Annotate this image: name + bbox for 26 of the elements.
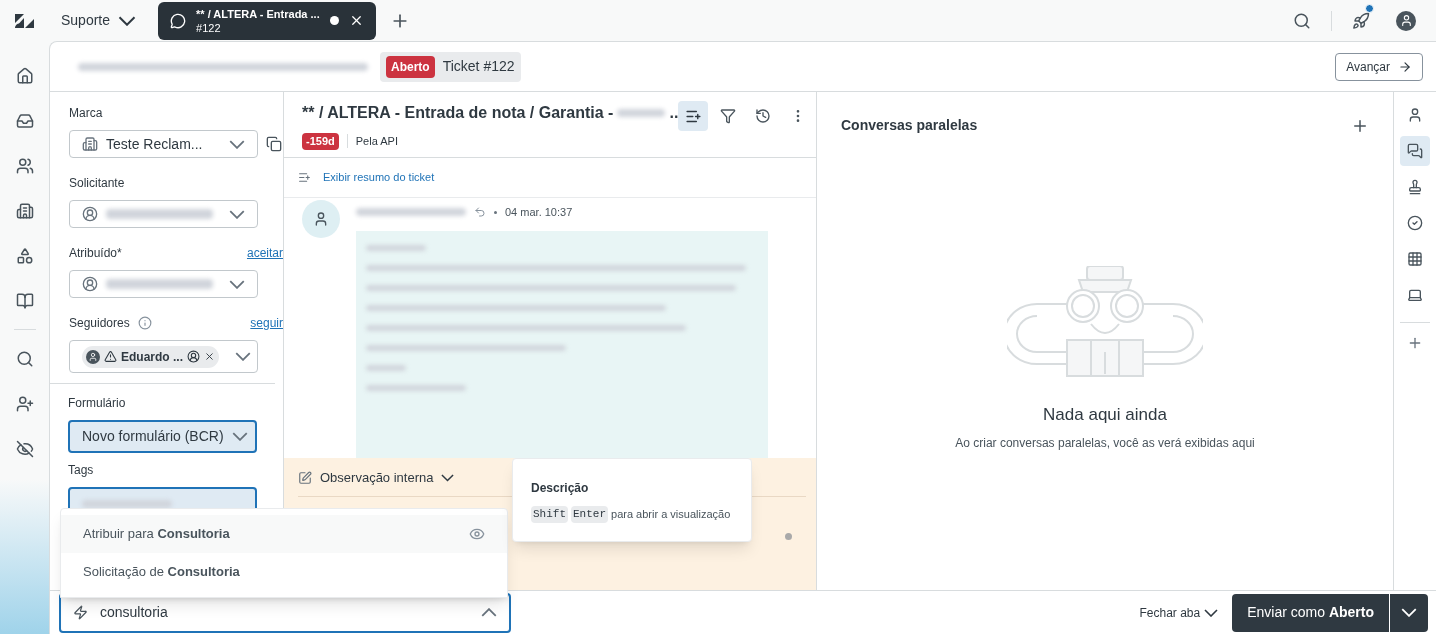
ticket-title: ** / ALTERA - Entrada de nota / Garantia - — [302, 103, 614, 123]
overdue-badge: -159d — [302, 133, 339, 150]
field-label: Tags — [68, 462, 94, 479]
chip-label: Eduardo ... — [121, 348, 183, 366]
field-value: consultoria — [100, 603, 169, 622]
empty-description: Ao criar conversas paralelas, você as verá exibidas aqui — [955, 434, 1255, 452]
tab-title: ** / ALTERA - Entrada ... — [196, 6, 320, 21]
field-label: Solicitante — [69, 175, 125, 192]
key-label: Enter — [571, 506, 609, 523]
ticket-number: Ticket #122 — [442, 57, 515, 76]
field-value: Novo formulário (BCR) — [82, 427, 224, 446]
key-label: Shift — [531, 506, 568, 523]
empty-title: Nada aqui ainda — [1043, 404, 1167, 426]
field-value: Teste Reclam... — [106, 134, 204, 154]
title-ellipsis: .. — [669, 103, 679, 123]
channel-label: Pela API — [355, 134, 398, 149]
field-label: Formulário — [68, 395, 126, 412]
tooltip-text: para abrir a visualização — [611, 507, 731, 522]
tooltip-title: Descrição — [531, 480, 590, 497]
field-label: Seguidores — [69, 315, 130, 332]
status-badge: Aberto — [386, 55, 435, 78]
field-label: Marca — [69, 105, 103, 122]
tab-subtitle: #122 — [196, 20, 222, 35]
message-time: 04 mar. 10:37 — [505, 205, 573, 220]
panel-title: Conversas paralelas — [841, 116, 978, 135]
field-label: Atribuído* — [69, 245, 122, 262]
